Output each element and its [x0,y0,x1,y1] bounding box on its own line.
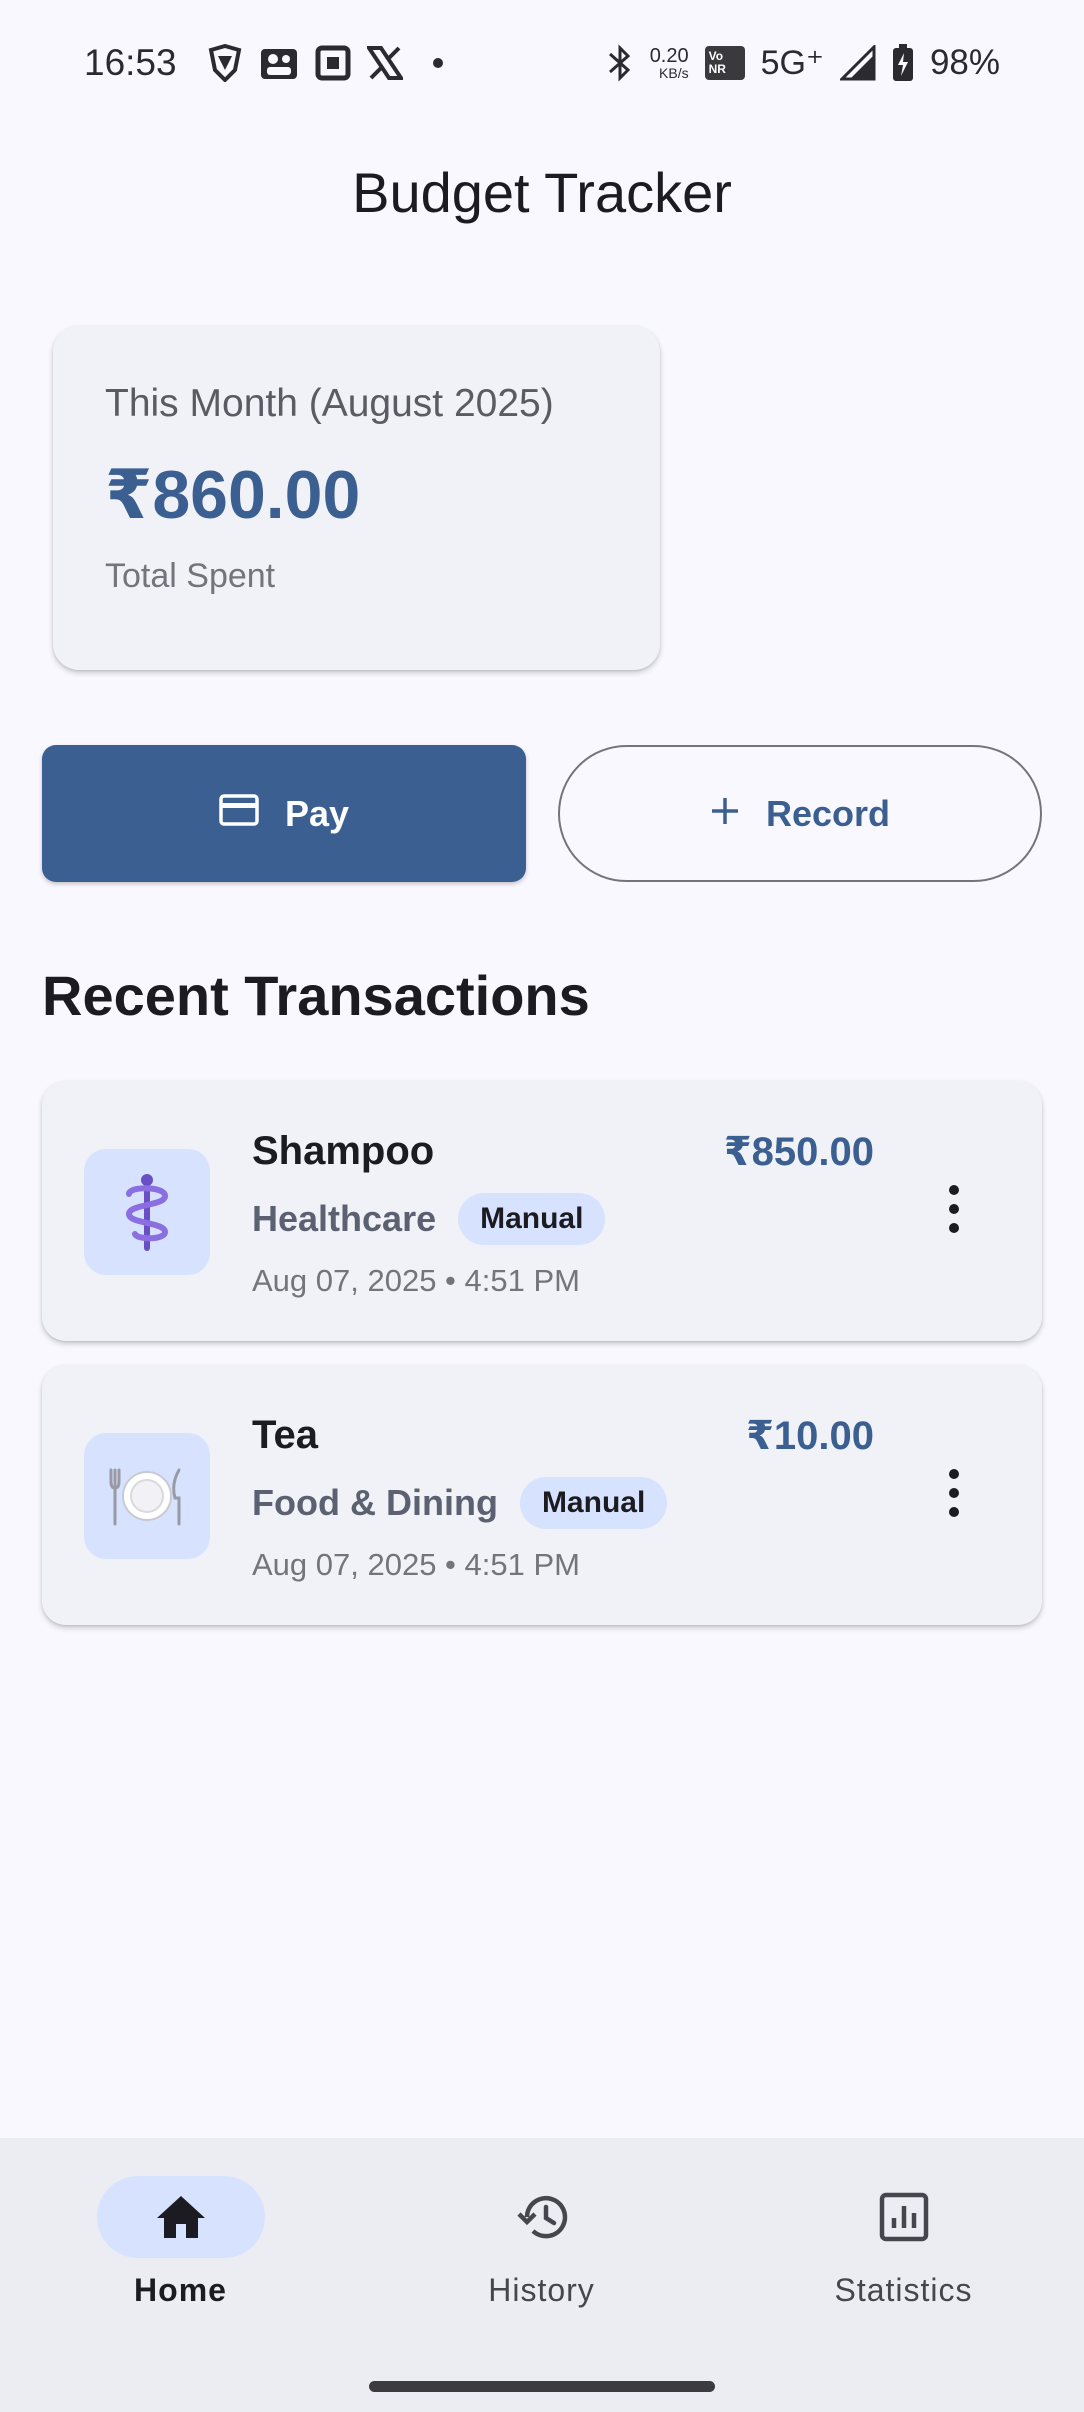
screen: 16:53 0.20 KB/s Vo NR 5G⁺ 98% Budget Tra… [0,0,1084,2412]
pay-button[interactable]: Pay [42,745,526,882]
x-icon [366,46,403,80]
transaction-card[interactable]: Tea ₹10.00 Food & Dining Manual Aug 07, … [42,1365,1042,1625]
statistics-icon [879,2192,928,2242]
more-notifications-dot [432,58,443,68]
more-options-icon[interactable] [946,1469,962,1517]
nav-indicator [820,2176,988,2258]
nav-indicator [96,2176,265,2258]
network-type: 5G⁺ [760,44,824,82]
brave-icon [207,44,243,82]
nav-item-statistics[interactable]: Statistics [723,2176,1084,2316]
bottom-navigation: Home History Statistics [0,2138,1084,2412]
monthly-summary-card: This Month (August 2025) ₹860.00 Total S… [53,326,660,670]
medical-icon [84,1149,210,1275]
transaction-category: Healthcare [252,1198,437,1239]
gesture-navigation-bar[interactable] [369,2381,715,2392]
transaction-date: Aug 07, 2025 • 4:51 PM [252,1547,580,1582]
plate-icon [84,1433,210,1559]
recent-transactions-heading: Recent Transactions [42,964,590,1027]
nav-indicator [458,2176,626,2258]
bluetooth-icon [606,44,634,82]
summary-total-amount: ₹860.00 [105,457,361,533]
status-bar-right: 0.20 KB/s Vo NR 5G⁺ 98% [606,43,1000,83]
transaction-date: Aug 07, 2025 • 4:51 PM [252,1263,580,1298]
nav-item-history[interactable]: History [361,2176,722,2316]
page-title: Budget Tracker [352,161,732,224]
transaction-source-badge: Manual [458,1193,606,1245]
transaction-meta: Food & Dining Manual [252,1477,668,1529]
home-icon [156,2196,205,2238]
nav-item-home[interactable]: Home [0,2176,361,2316]
vonr-icon: Vo NR [704,46,745,80]
summary-total-label: Total Spent [105,557,276,595]
clock: 16:53 [84,42,177,83]
transaction-card[interactable]: Shampoo ₹850.00 Healthcare Manual Aug 07… [42,1081,1042,1341]
scan-app-icon [315,45,351,81]
nav-label-home: Home [134,2272,227,2308]
nav-label-statistics: Statistics [834,2272,973,2308]
plus-icon [710,793,740,835]
network-speed: 0.20 KB/s [650,46,689,80]
transaction-meta: Healthcare Manual [252,1193,606,1245]
nav-label-history: History [488,2272,595,2308]
status-bar: 16:53 0.20 KB/s Vo NR 5G⁺ 98% [0,0,1084,126]
record-button[interactable]: Record [558,745,1042,882]
battery-icon [892,44,914,82]
network-speed-unit: KB/s [659,65,689,81]
more-options-icon[interactable] [946,1185,962,1233]
summary-period-label: This Month (August 2025) [105,382,554,425]
record-button-label: Record [765,792,891,834]
status-bar-left: 16:53 [84,42,443,84]
transaction-source-badge: Manual [519,1477,668,1529]
transaction-amount: ₹10.00 [746,1414,874,1458]
signal-icon [839,45,876,81]
transaction-amount: ₹850.00 [723,1130,874,1174]
transaction-name: Tea [252,1413,318,1457]
transaction-name: Shampoo [252,1129,435,1173]
credit-card-icon [219,793,259,835]
history-icon [516,2195,567,2239]
teams-icon [259,45,299,81]
battery-percent: 98% [929,43,1000,82]
transaction-category: Food & Dining [252,1482,498,1523]
network-speed-value: 0.20 [649,45,689,67]
pay-button-label: Pay [284,792,350,834]
vonr-bottom: NR [708,62,726,76]
